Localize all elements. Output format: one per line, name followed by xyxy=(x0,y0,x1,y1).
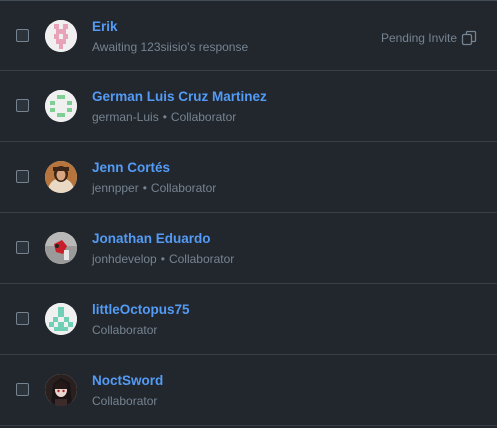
select-checkbox[interactable] xyxy=(16,312,29,325)
separator: • xyxy=(160,252,165,266)
member-row-jenn: Jenn Cortés jennpper • Collaborator xyxy=(0,142,497,213)
member-name-link[interactable]: Jonathan Eduardo xyxy=(92,231,211,246)
member-row-german: German Luis Cruz Martinez german-Luis • Co… xyxy=(0,71,497,142)
member-row-erik: Erik Awaiting 123siisio's response Pendi… xyxy=(0,1,497,71)
member-name-link[interactable]: littleOctopus75 xyxy=(92,302,190,317)
member-subtitle: jonhdevelop • Collaborator xyxy=(92,252,234,266)
member-row-jonathan: Jonathan Eduardo jonhdevelop • Collaborato… xyxy=(0,213,497,284)
member-row-littleoctopus75: littleOctopus75 Collaborator xyxy=(0,284,497,355)
member-subtitle: Collaborator xyxy=(92,323,157,337)
copy-icon[interactable] xyxy=(461,30,477,46)
photo-avatar-icon xyxy=(45,232,77,264)
member-name-link[interactable]: NoctSword xyxy=(92,373,163,388)
avatar xyxy=(45,232,77,264)
collaborator-list: Erik Awaiting 123siisio's response Pendi… xyxy=(0,0,497,428)
select-checkbox[interactable] xyxy=(16,99,29,112)
member-role: Collaborator xyxy=(170,110,237,124)
identicon-teal-icon xyxy=(45,303,77,335)
member-role: Collaborator xyxy=(168,252,235,266)
select-checkbox[interactable] xyxy=(16,241,29,254)
avatar xyxy=(45,303,77,335)
photo-avatar-icon xyxy=(45,161,77,193)
member-name-link[interactable]: Erik xyxy=(92,19,118,34)
member-username: jennpper xyxy=(92,181,139,195)
member-subtitle: Awaiting 123siisio's response xyxy=(92,40,249,54)
select-checkbox[interactable] xyxy=(16,383,29,396)
avatar xyxy=(45,90,77,122)
separator: • xyxy=(142,181,147,195)
member-subtitle: german-Luis • Collaborator xyxy=(92,110,236,124)
select-checkbox[interactable] xyxy=(16,29,29,42)
member-role: Collaborator xyxy=(92,394,158,408)
member-username: german-Luis xyxy=(92,110,159,124)
avatar xyxy=(45,20,77,52)
member-role: Collaborator xyxy=(150,181,217,195)
member-row-noctsword: NoctSword Collaborator xyxy=(0,355,497,426)
identicon-green-icon xyxy=(45,90,77,122)
member-name-link[interactable]: Jenn Cortés xyxy=(92,160,170,175)
member-username: jonhdevelop xyxy=(92,252,157,266)
member-name-link[interactable]: German Luis Cruz Martinez xyxy=(92,89,267,104)
member-subtitle: Collaborator xyxy=(92,394,157,408)
pending-invite-status[interactable]: Pending Invite xyxy=(381,30,477,46)
pending-invite-label: Pending Invite xyxy=(380,31,457,45)
avatar xyxy=(45,161,77,193)
separator: • xyxy=(162,110,167,124)
member-role: Collaborator xyxy=(92,323,158,337)
avatar xyxy=(45,374,77,406)
photo-avatar-icon xyxy=(45,374,77,406)
select-checkbox[interactable] xyxy=(16,170,29,183)
member-subtitle: jennpper • Collaborator xyxy=(92,181,216,195)
identicon-pink-icon xyxy=(45,20,77,52)
